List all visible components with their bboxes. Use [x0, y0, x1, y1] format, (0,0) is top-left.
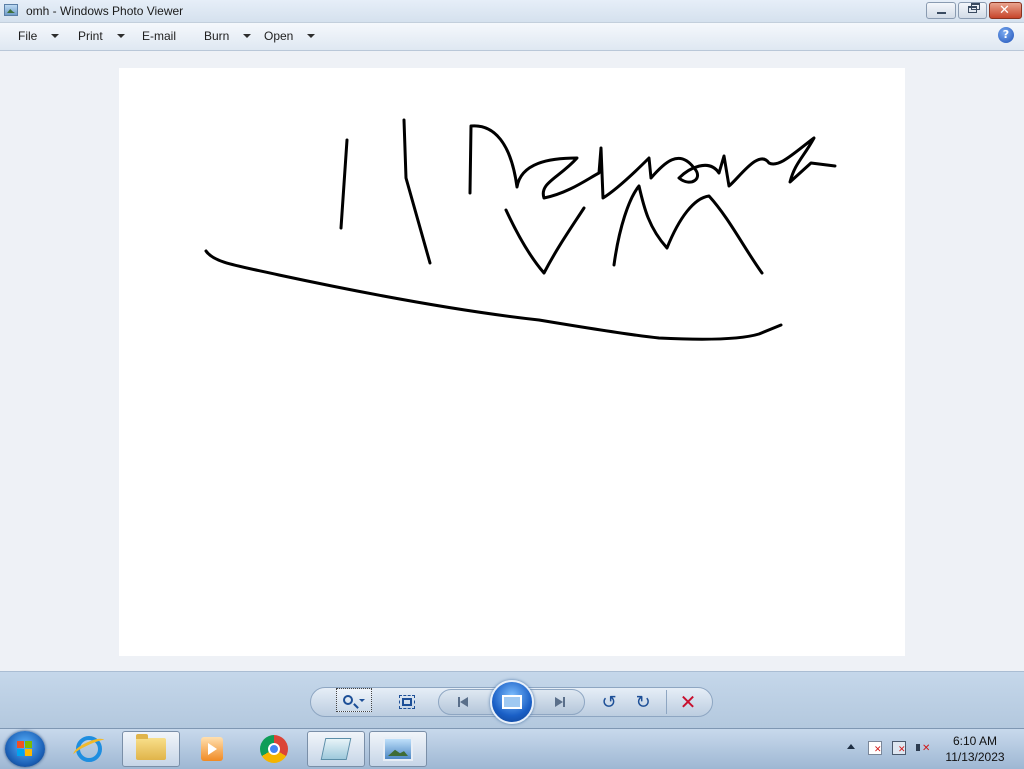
close-button[interactable]: ✕	[989, 2, 1022, 19]
chevron-down-icon	[243, 34, 252, 38]
taskbar-media-player[interactable]	[183, 731, 241, 767]
menu-burn-label: Burn	[204, 29, 230, 43]
next-icon	[555, 697, 563, 707]
photo-viewer-app-icon[interactable]	[4, 4, 18, 16]
network-icon[interactable]	[892, 741, 906, 755]
divider	[666, 690, 667, 714]
photo-viewer-icon	[383, 737, 413, 761]
pen-stroke-bar-2	[402, 118, 432, 265]
image-viewport[interactable]	[0, 51, 1024, 671]
clock[interactable]: 6:10 AM 11/13/2023	[940, 733, 1010, 765]
clock-time: 6:10 AM	[952, 734, 998, 748]
show-hidden-icons-icon[interactable]	[847, 744, 855, 749]
chevron-down-icon	[359, 698, 365, 702]
command-bar: File Print E-mail Burn Open ?	[0, 23, 1024, 51]
next-icon-bar	[563, 697, 565, 707]
menu-file[interactable]: File	[18, 29, 60, 43]
taskbar-internet-explorer[interactable]	[60, 731, 118, 767]
slideshow-icon	[502, 695, 522, 709]
delete-button[interactable]: ✕	[677, 690, 699, 714]
menu-email-label: E-mail	[142, 29, 177, 43]
folder-icon	[136, 734, 166, 760]
start-button[interactable]	[5, 731, 45, 767]
menu-open-label: Open	[264, 29, 294, 43]
slideshow-button[interactable]	[490, 680, 534, 724]
chevron-down-icon	[116, 34, 125, 38]
delete-icon: ✕	[679, 690, 697, 714]
handwritten-drawing	[204, 118, 837, 341]
next-button[interactable]	[549, 694, 571, 710]
close-icon: ✕	[999, 3, 1010, 18]
rotate-clockwise-button[interactable]: ↻	[632, 691, 654, 713]
chevron-down-icon	[51, 34, 60, 38]
previous-icon	[460, 697, 468, 707]
zoom-button[interactable]	[336, 688, 372, 712]
taskbar-windows-explorer[interactable]	[122, 731, 180, 767]
menu-print[interactable]: Print	[78, 29, 125, 43]
internet-explorer-icon	[76, 736, 102, 762]
taskbar-chrome[interactable]	[245, 731, 303, 767]
restore-button[interactable]	[958, 2, 987, 19]
minimize-icon	[937, 12, 946, 14]
help-icon[interactable]: ?	[998, 27, 1014, 43]
system-tray: 6:10 AM 11/13/2023	[840, 729, 1024, 769]
rotate-right-icon: ↻	[635, 691, 651, 713]
action-center-icon[interactable]	[868, 741, 882, 755]
restore-icon	[968, 3, 980, 13]
taskbar-photo-viewer[interactable]	[369, 731, 427, 767]
pen-stroke-underline	[204, 249, 783, 341]
minimize-button[interactable]	[926, 2, 956, 19]
previous-button[interactable]	[452, 694, 474, 710]
title-bar[interactable]: omh - Windows Photo Viewer ✕	[0, 0, 1024, 23]
taskbar-notepad[interactable]	[307, 731, 365, 767]
taskbar: 6:10 AM 11/13/2023	[0, 728, 1024, 769]
notepad-icon	[320, 738, 352, 760]
rotate-counterclockwise-button[interactable]: ↺	[598, 691, 620, 713]
menu-email[interactable]: E-mail	[142, 29, 176, 43]
menu-burn[interactable]: Burn	[204, 29, 252, 43]
actual-size-button[interactable]	[396, 692, 418, 712]
window-title: omh - Windows Photo Viewer	[26, 4, 184, 18]
chrome-icon	[260, 735, 288, 763]
displayed-photo[interactable]	[119, 68, 905, 656]
magnifier-icon	[343, 695, 353, 705]
fit-window-icon	[399, 695, 415, 709]
clock-date: 11/13/2023	[945, 750, 1005, 764]
pen-stroke-network	[468, 124, 837, 200]
menu-open[interactable]: Open	[264, 29, 316, 43]
menu-print-label: Print	[78, 29, 103, 43]
chevron-down-icon	[307, 34, 316, 38]
rotate-left-icon: ↺	[601, 691, 617, 713]
menu-file-label: File	[18, 29, 38, 43]
pen-stroke-bar-1	[339, 138, 349, 230]
windows-logo-icon	[17, 741, 33, 757]
volume-muted-icon[interactable]	[916, 741, 930, 755]
media-player-icon	[201, 737, 223, 761]
